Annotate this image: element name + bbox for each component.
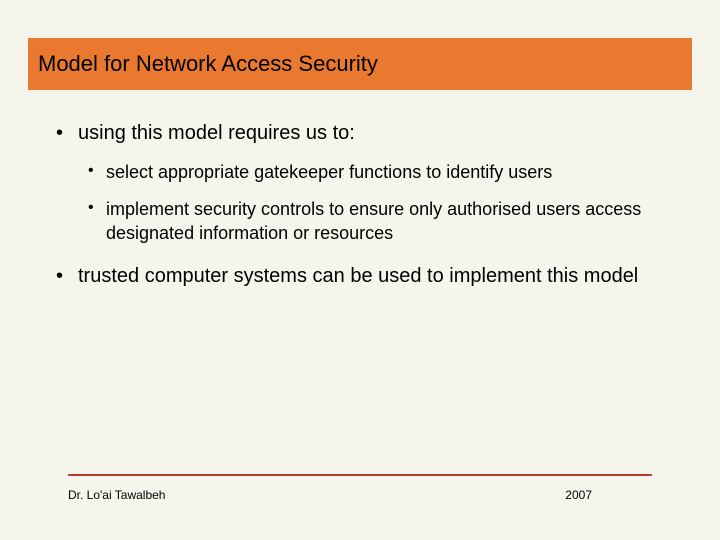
footer: Dr. Lo'ai Tawalbeh 2007 <box>68 488 652 502</box>
footer-rule <box>68 474 652 476</box>
bullet-item: trusted computer systems can be used to … <box>48 263 672 290</box>
bullet-list: using this model requires us to: select … <box>48 120 672 290</box>
slide: Model for Network Access Security using … <box>0 0 720 540</box>
bullet-item: using this model requires us to: select … <box>48 120 672 245</box>
bullet-text: using this model requires us to: <box>78 122 355 144</box>
sub-bullet-item: implement security controls to ensure on… <box>78 198 672 245</box>
title-bar: Model for Network Access Security <box>28 38 692 90</box>
footer-year: 2007 <box>565 488 592 502</box>
sub-bullet-text: select appropriate gatekeeper functions … <box>106 162 552 182</box>
slide-body: using this model requires us to: select … <box>48 120 672 308</box>
sub-bullet-text: implement security controls to ensure on… <box>106 199 641 242</box>
slide-title: Model for Network Access Security <box>38 51 378 77</box>
bullet-text: trusted computer systems can be used to … <box>78 265 638 287</box>
footer-author: Dr. Lo'ai Tawalbeh <box>68 488 165 502</box>
sub-bullet-item: select appropriate gatekeeper functions … <box>78 161 672 184</box>
sub-bullet-list: select appropriate gatekeeper functions … <box>78 161 672 245</box>
